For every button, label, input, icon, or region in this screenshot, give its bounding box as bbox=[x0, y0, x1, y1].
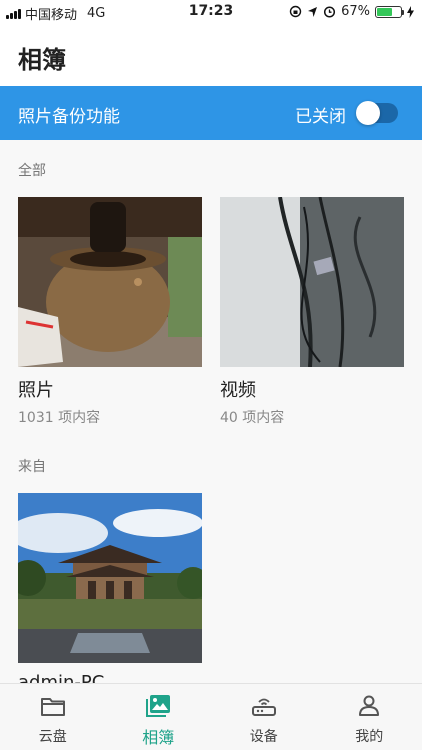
section-label-all: 全部 bbox=[18, 163, 46, 179]
device-thumbnail[interactable] bbox=[18, 493, 202, 663]
tab-me[interactable]: 我的 bbox=[317, 684, 422, 750]
tab-cloud[interactable]: 云盘 bbox=[0, 684, 106, 750]
photo-album-icon bbox=[146, 695, 171, 717]
battery-percent: 67% bbox=[341, 4, 370, 19]
album-videos[interactable]: 视频 40 项内容 bbox=[220, 197, 404, 427]
album-name: 照片 bbox=[18, 380, 54, 401]
tab-devices[interactable]: 设备 bbox=[211, 684, 317, 750]
charging-icon bbox=[407, 5, 414, 18]
tab-bar: 云盘 相簿 设备 我的 bbox=[0, 683, 422, 750]
backup-toggle[interactable] bbox=[356, 101, 398, 125]
tab-label: 相簿 bbox=[142, 728, 175, 747]
router-icon bbox=[251, 698, 276, 716]
rotation-lock-icon bbox=[289, 5, 302, 18]
cables-video-image bbox=[220, 197, 404, 367]
album-count: 40 项内容 bbox=[220, 410, 285, 426]
backup-status: 已关闭 bbox=[295, 107, 346, 127]
tab-label: 设备 bbox=[249, 729, 278, 745]
album-photos[interactable]: 照片 1031 项内容 bbox=[18, 197, 202, 427]
album-name: 视频 bbox=[220, 380, 256, 401]
section-label-from: 来自 bbox=[18, 459, 46, 475]
folder-icon bbox=[40, 698, 65, 716]
tab-label: 云盘 bbox=[38, 729, 67, 745]
toggle-knob bbox=[356, 101, 380, 125]
status-right: 67% bbox=[289, 4, 414, 19]
album-count: 1031 项内容 bbox=[18, 410, 101, 426]
album-thumbnail-videos[interactable] bbox=[220, 197, 404, 367]
temple-photo-image bbox=[18, 493, 202, 663]
location-icon bbox=[308, 6, 318, 17]
person-icon bbox=[359, 695, 380, 716]
tab-label: 我的 bbox=[355, 729, 384, 745]
page-title: 相簿 bbox=[18, 46, 66, 74]
device-album-admin-pc[interactable]: admin-PC bbox=[18, 493, 202, 683]
page-header: 相簿 bbox=[0, 24, 422, 86]
battery-icon bbox=[375, 5, 404, 18]
tab-album[interactable]: 相簿 bbox=[106, 684, 212, 750]
device-name: admin-PC bbox=[18, 672, 105, 683]
teapot-photo-image bbox=[18, 197, 202, 367]
alarm-icon bbox=[324, 6, 336, 18]
status-bar: 中国移动 4G 17:23 67% bbox=[0, 0, 422, 24]
album-thumbnail-photos[interactable] bbox=[18, 197, 202, 367]
backup-label: 照片备份功能 bbox=[18, 107, 120, 127]
backup-banner[interactable]: 照片备份功能 已关闭 bbox=[0, 86, 422, 140]
